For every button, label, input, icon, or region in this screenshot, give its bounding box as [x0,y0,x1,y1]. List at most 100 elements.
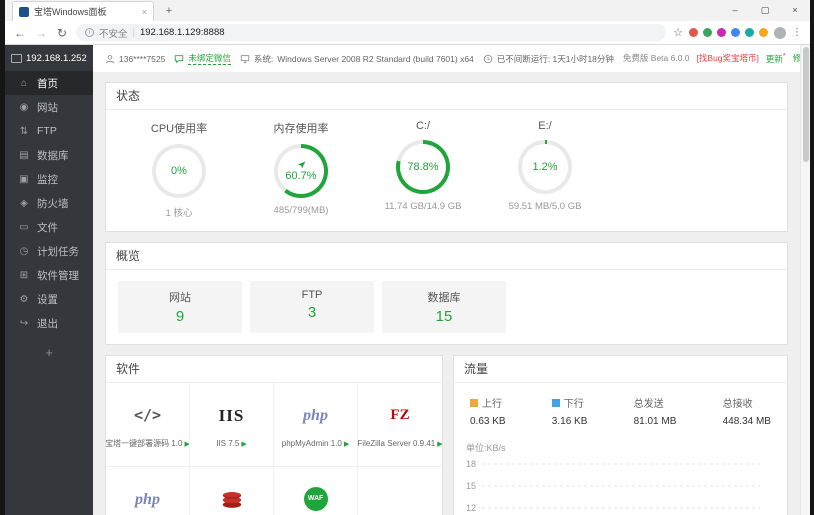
profile-icon[interactable] [774,26,786,39]
software-item-phpmyadmin[interactable]: php phpMyAdmin 1.0 [274,383,358,467]
software-item-iis[interactable]: IIS IIS 7.5 [190,383,274,467]
php-icon: php [303,406,328,424]
extension-magenta-icon[interactable] [717,28,726,37]
sidebar-item-label: 数据库 [37,149,69,162]
new-tab-button[interactable]: + [157,3,181,20]
not-secure-icon[interactable] [85,28,94,37]
extension-orange-icon[interactable] [759,28,768,37]
repair-link[interactable]: 修复 [793,52,800,64]
sidebar-item-website[interactable]: ◉ 网站 [5,95,93,119]
overview-databases[interactable]: 数据库 15 [382,281,506,333]
settings-icon: ⚙ [19,293,29,305]
overview-boxes: 网站 9 FTP 3 数据库 15 [106,270,787,344]
extension-red-icon[interactable] [689,28,698,37]
software-item-empty [358,467,442,515]
software-item-deploy[interactable]: </> 宝塔一键部署源码 1.0 [106,383,190,467]
menu-icon[interactable]: ⋮ [792,27,802,38]
software-item-php52[interactable]: php PHP-5.2 [106,467,190,515]
tab-favicon-icon [19,6,29,17]
page-scrollbar[interactable] [800,45,810,515]
software-item-waf[interactable]: WAF 宝塔IIS防火墙 1.0 [274,467,358,515]
sidebar-item-firewall[interactable]: ◈ 防火墙 [5,191,93,215]
legend-color-swatch [551,398,560,407]
traffic-panel-title: 流量 [454,356,787,383]
sidebar-server-header[interactable]: 192.168.1.252 [5,45,104,71]
sidebar-item-monitor[interactable]: ▣ 监控 [5,167,93,191]
play-icon[interactable] [241,439,246,448]
browser-tab[interactable]: 宝塔Windows面板 × [12,1,154,21]
update-label: 更新 [765,53,783,64]
software-item-filezilla[interactable]: FZ FileZilla Server 0.9.41 [358,383,442,467]
window-maximize-button[interactable]: ▢ [750,0,780,20]
play-icon[interactable] [344,439,349,448]
scrollbar-thumb[interactable] [803,47,809,162]
sidebar-item-logout[interactable]: ↪ 退出 [5,311,93,335]
system-value: Windows Server 2008 R2 Standard (build 7… [277,53,474,64]
gauge-ring: 60.7% [274,144,328,198]
browser-window: 宝塔Windows面板 × + – ▢ × ← → ↻ 不安全 | 192.16… [5,0,810,515]
svg-text:18: 18 [466,459,476,469]
uptime-item: 已不间断运行: 1天1小时18分钟 [483,53,614,65]
version-text: 免费版 Beta 6.0.0 [622,53,690,64]
sidebar-item-label: 软件管理 [37,269,79,282]
sidebar-item-label: FTP [37,125,57,137]
back-icon[interactable]: ← [13,26,27,40]
overview-ftp[interactable]: FTP 3 [250,281,374,333]
sidebar-item-software[interactable]: ⊞ 软件管理 [5,263,93,287]
gauge-sub: 1 核心 [165,208,193,219]
firewall-icon: ◈ [20,197,28,209]
gauge-value: 78.8% [407,161,439,173]
server-ip: 192.168.1.252 [26,52,87,64]
sidebar-item-files[interactable]: ▭ 文件 [5,215,93,239]
code-icon: </> [133,405,162,424]
extension-green-icon[interactable] [703,28,712,37]
update-link[interactable]: 更新* [766,52,786,65]
sidebar-item-database[interactable]: ▤ 数据库 [5,143,93,167]
bookmark-star-icon[interactable]: ☆ [673,26,683,39]
window-minimize-button[interactable]: – [720,0,750,20]
wechat-bind-item[interactable]: 未绑定微信 [174,52,231,65]
bug-reward-link[interactable]: [找Bug奖宝塔币] [697,52,759,64]
legend-upstream: 上行 0.63 KB [470,395,506,427]
window-close-button[interactable]: × [780,0,810,20]
sidebar-item-label: 首页 [37,77,58,90]
play-icon[interactable] [437,439,442,448]
overview-value: 3 [307,304,317,321]
legend-total-received: 总接收 448.34 MB [723,395,771,427]
sidebar-item-cron[interactable]: ◷ 计划任务 [5,239,93,263]
forward-icon[interactable]: → [34,26,48,40]
tab-close-icon[interactable]: × [142,7,147,17]
legend-value: 448.34 MB [722,416,771,427]
sidebar-add-button[interactable]: + [5,345,93,360]
overview-websites[interactable]: 网站 9 [118,281,242,333]
wechat-bind-link[interactable]: 未绑定微信 [188,52,231,65]
legend-value: 81.01 MB [633,416,677,427]
refresh-icon[interactable]: ↻ [55,26,69,40]
gauge-value: 60.7% [285,170,317,182]
extension-teal-icon[interactable] [745,28,754,37]
cron-icon: ◷ [19,245,29,257]
legend-value: 0.63 KB [470,416,506,427]
logout-icon: ↪ [19,317,29,329]
monitor-icon: ▣ [19,173,29,185]
software-item-redis[interactable]: redis 1.0 [190,467,274,515]
software-item-name: phpMyAdmin 1.0 [282,439,349,448]
omnibox-separator: | [132,27,135,38]
sidebar-item-home[interactable]: ⌂ 首页 [5,71,93,95]
account-item[interactable]: 136****7525 [105,54,165,64]
sidebar-item-settings[interactable]: ⚙ 设置 [5,287,93,311]
page: 192.168.1.252 ⌂ 首页 ◉ 网站 ⇅ FTP ▤ 数据库 ▣ 监控 [5,45,810,515]
system-item: 系统: Windows Server 2008 R2 Standard (bui… [240,53,474,65]
software-icon: ⊞ [19,269,29,281]
sidebar-item-ftp[interactable]: ⇅ FTP [5,119,93,143]
software-panel: 软件 </> 宝塔一键部署源码 1.0 IIS IIS 7.5 [105,355,443,515]
home-icon: ⌂ [20,77,28,89]
gauge-value: 0% [171,165,187,177]
gauge-ring: 0% [152,144,206,198]
software-panel-title: 软件 [106,356,442,383]
memory-clean-icon[interactable] [297,160,306,169]
extension-blue-icon[interactable] [731,28,740,37]
filezilla-icon: FZ [390,407,410,423]
overview-label: FTP [301,289,323,301]
url-input[interactable]: 不安全 | 192.168.1.129:8888 [76,24,667,41]
